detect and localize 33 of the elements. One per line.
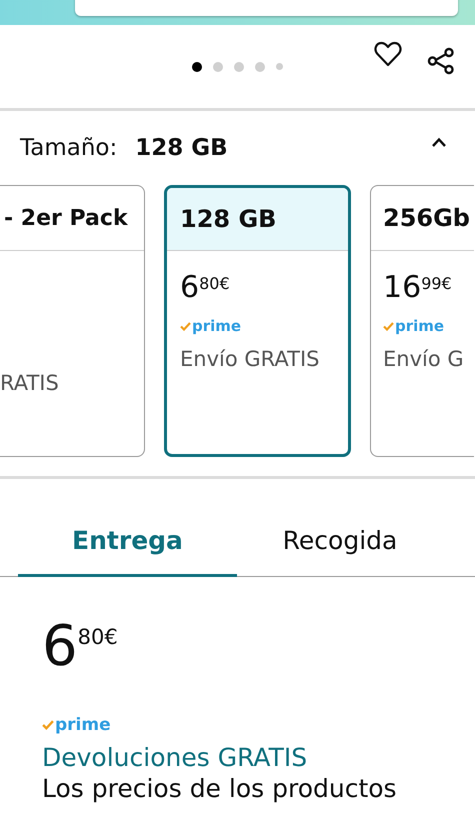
price-whole: 6	[180, 271, 200, 305]
shipping-text: Envío GRATIS	[180, 347, 320, 371]
carousel-dot[interactable]	[234, 62, 244, 72]
carousel-dot[interactable]	[192, 62, 202, 72]
carousel-dot[interactable]	[213, 62, 223, 72]
option-name: 256Gb	[383, 204, 470, 232]
share-icon[interactable]	[427, 47, 455, 75]
price-whole: 6	[42, 617, 78, 677]
caret-icon[interactable]	[431, 137, 447, 147]
price-fraction: 99€	[421, 274, 452, 293]
check-icon	[42, 720, 54, 730]
carousel-dot[interactable]	[255, 62, 265, 72]
prime-label: prime	[395, 317, 444, 335]
shipping-text: RATIS	[0, 371, 60, 395]
check-icon	[383, 322, 394, 330]
price-whole: 16	[383, 271, 422, 305]
heart-icon[interactable]	[374, 41, 402, 67]
price-note: Los precios de los productos	[42, 774, 398, 803]
option-name: 128 GB	[180, 205, 276, 233]
option-card[interactable]: - 2er Pack RATIS	[0, 185, 145, 457]
option-name: - 2er Pack	[4, 206, 128, 230]
price-fraction: 80€	[78, 625, 118, 649]
check-icon	[180, 322, 191, 330]
carousel-dot[interactable]	[276, 63, 283, 70]
prime-label: prime	[192, 317, 242, 335]
price-fraction: 80€	[199, 274, 230, 293]
returns-link[interactable]: Devoluciones GRATIS	[42, 743, 475, 772]
shipping-text: Envío G	[383, 347, 462, 371]
size-label: Tamaño:	[20, 135, 118, 161]
prime-label: prime	[55, 715, 111, 735]
tab[interactable]: Entrega	[18, 479, 237, 577]
tab[interactable]: Recogida	[250, 479, 430, 577]
size-value: 128 GB	[135, 135, 228, 161]
